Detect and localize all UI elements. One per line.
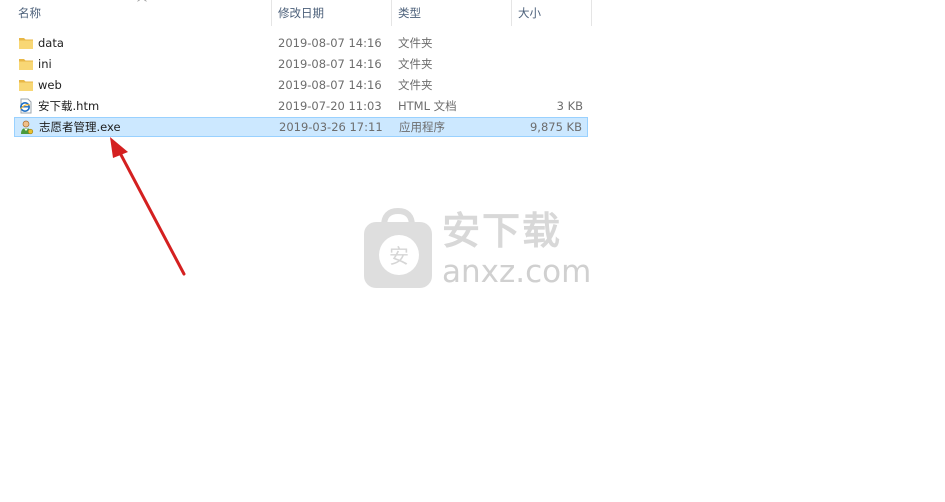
watermark-domain: anxz.com [442,254,592,290]
watermark-badge: 安 [389,244,409,268]
watermark-logo: 安 安下载 anxz.com [362,207,591,292]
shopping-bag-icon: 安 [364,207,432,288]
watermark-title: 安下载 [442,209,563,253]
